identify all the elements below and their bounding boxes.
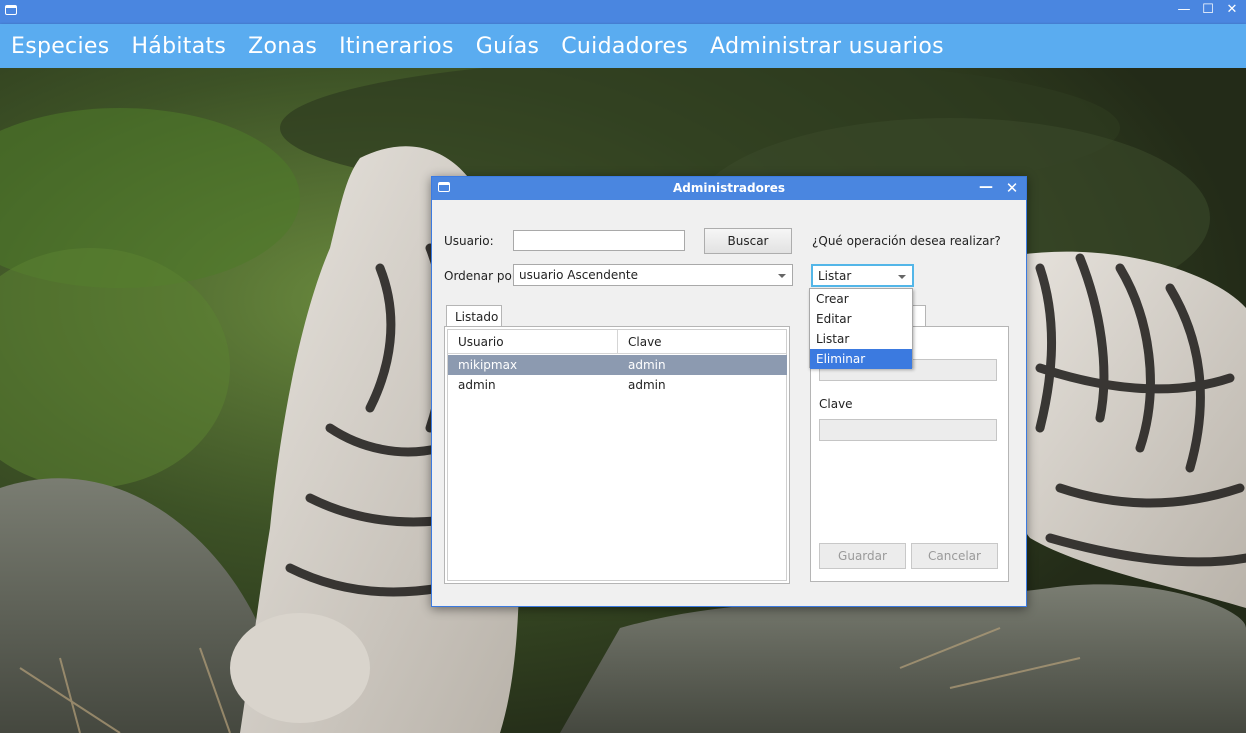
- app-window-icon: [5, 5, 17, 15]
- menu-cuidadores[interactable]: Cuidadores: [561, 34, 688, 59]
- maximize-icon[interactable]: ☐: [1198, 1, 1218, 19]
- dialog-close-icon[interactable]: ✕: [1004, 177, 1020, 200]
- chevron-down-icon: [778, 274, 786, 278]
- option-crear[interactable]: Crear: [810, 289, 912, 309]
- dialog-title: Administradores: [672, 181, 786, 195]
- menu-administrar-usuarios[interactable]: Administrar usuarios: [710, 34, 944, 59]
- dialog-titlebar: Administradores — ✕: [432, 177, 1026, 200]
- cell-clave: admin: [628, 378, 666, 392]
- option-eliminar[interactable]: Eliminar: [810, 349, 912, 369]
- window-titlebar: — ☐ ✕: [0, 0, 1246, 24]
- administradores-dialog: Administradores — ✕ Usuario: Buscar Orde…: [431, 176, 1027, 607]
- cancelar-button[interactable]: Cancelar: [911, 543, 998, 569]
- usuario-search-input[interactable]: [513, 230, 685, 251]
- menu-guias[interactable]: Guías: [476, 34, 540, 59]
- ordenar-por-label: Ordenar por:: [444, 269, 521, 283]
- dialog-window-icon: [438, 182, 450, 192]
- clave-label: Clave: [819, 397, 853, 411]
- close-icon[interactable]: ✕: [1222, 1, 1242, 19]
- column-header-clave[interactable]: Clave: [618, 330, 786, 354]
- menu-zonas[interactable]: Zonas: [248, 34, 317, 59]
- guardar-button[interactable]: Guardar: [819, 543, 906, 569]
- operacion-question-label: ¿Qué operación desea realizar?: [812, 234, 1001, 248]
- usuarios-table: Usuario Clave mikipmax admin admin admin: [447, 329, 787, 581]
- minimize-icon[interactable]: —: [1174, 1, 1194, 19]
- listado-panel: Usuario Clave mikipmax admin admin admin: [444, 326, 790, 584]
- cell-usuario: mikipmax: [458, 358, 518, 372]
- cell-clave: admin: [628, 358, 666, 372]
- tab-listado[interactable]: Listado: [446, 305, 502, 327]
- clave-field[interactable]: [819, 419, 997, 441]
- operacion-dropdown-list: Crear Editar Listar Eliminar: [809, 288, 913, 369]
- chevron-down-icon: [898, 275, 906, 279]
- cell-usuario: admin: [458, 378, 496, 392]
- ordenar-por-value: usuario Ascendente: [519, 268, 638, 282]
- menu-especies[interactable]: Especies: [11, 34, 109, 59]
- buscar-button[interactable]: Buscar: [704, 228, 792, 254]
- menu-habitats[interactable]: Hábitats: [131, 34, 226, 59]
- operacion-value: Listar: [818, 269, 852, 283]
- option-editar[interactable]: Editar: [810, 309, 912, 329]
- usuario-search-label: Usuario:: [444, 234, 494, 248]
- table-row[interactable]: mikipmax admin: [448, 355, 787, 375]
- column-header-usuario[interactable]: Usuario: [448, 330, 618, 354]
- table-row[interactable]: admin admin: [448, 375, 787, 395]
- option-listar[interactable]: Listar: [810, 329, 912, 349]
- main-menubar: Especies Hábitats Zonas Itinerarios Guía…: [0, 24, 1246, 68]
- menu-itinerarios[interactable]: Itinerarios: [339, 34, 454, 59]
- ordenar-por-select[interactable]: usuario Ascendente: [513, 264, 793, 286]
- operacion-select[interactable]: Listar: [811, 264, 914, 287]
- dialog-minimize-icon[interactable]: —: [978, 177, 994, 200]
